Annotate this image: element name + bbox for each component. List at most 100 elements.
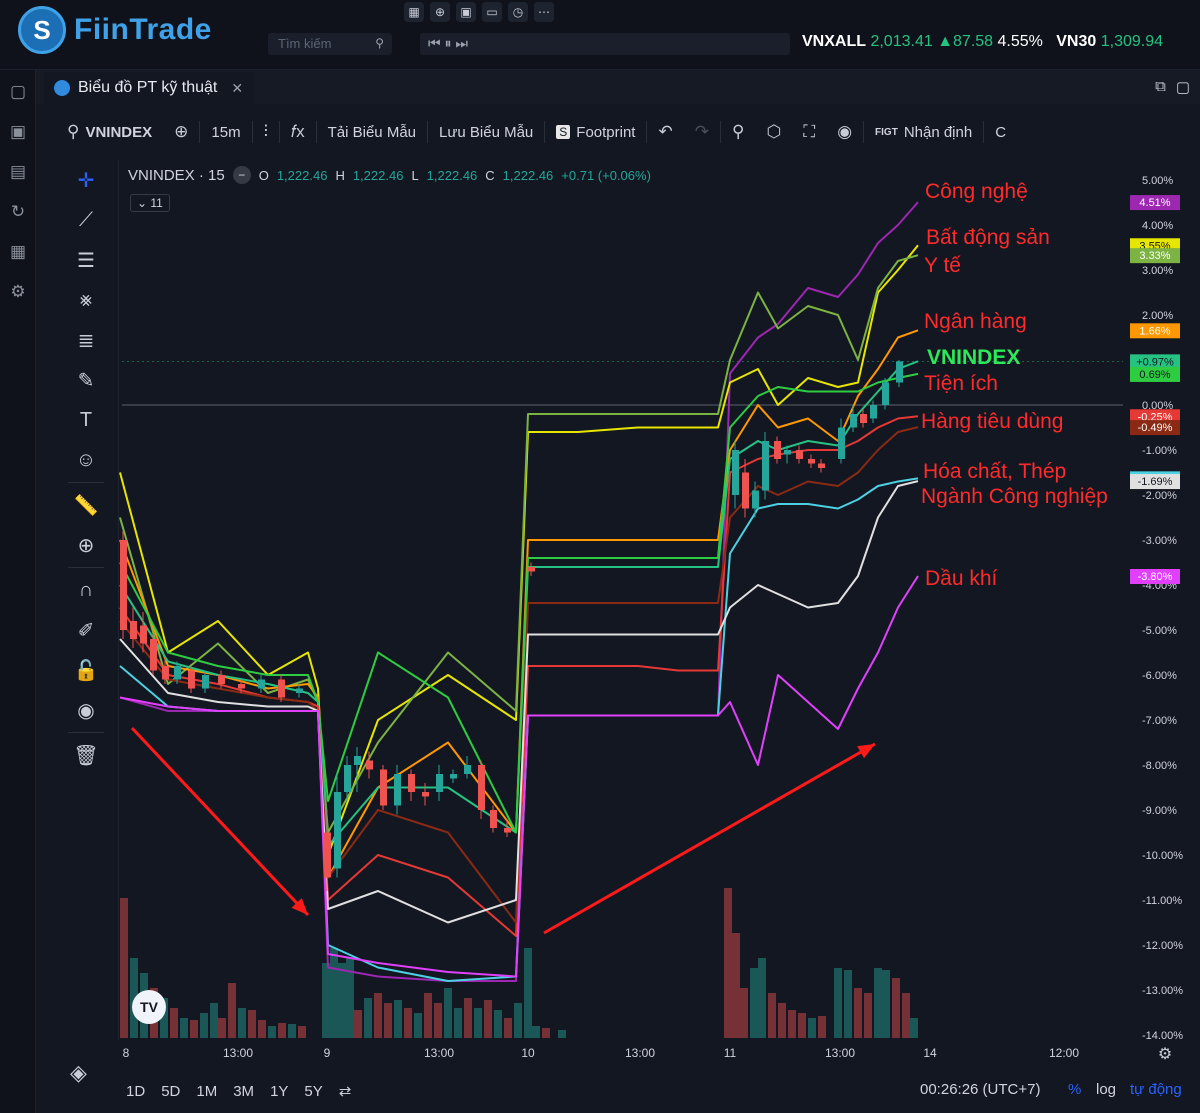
candle-body [366, 760, 373, 770]
volume-bar [818, 1016, 826, 1038]
fibonacci-icon[interactable]: ≣ [58, 320, 114, 360]
volume-bar [258, 1020, 266, 1038]
lines-icon[interactable]: ☰ [58, 240, 114, 280]
screenshot-button[interactable]: ◉ [826, 122, 863, 142]
app-sidebar: ▢ ▣ ▤ ↻ ▦ ⚙ [0, 70, 36, 1113]
range-1y[interactable]: 1Y [262, 1083, 296, 1100]
text-icon[interactable]: T [58, 400, 114, 440]
calendar-icon[interactable]: ▣ [456, 2, 476, 22]
search-input[interactable]: Tìm kiếm ⚲ [268, 33, 392, 55]
candle-body [296, 688, 303, 693]
crosshair-icon[interactable]: ✛ [58, 160, 114, 200]
minus-icon[interactable]: − [232, 166, 251, 184]
ticker-name[interactable]: VN30 [1056, 33, 1096, 50]
chart-canvas[interactable]: 5.00%4.00%3.00%2.00%1.00%0.00%-1.00%-2.0… [118, 160, 1200, 1072]
axis-settings-icon[interactable]: ⚙ [1158, 1046, 1172, 1063]
x-tick-label: 11 [724, 1046, 737, 1060]
zoom-in-icon[interactable]: ⊕ [58, 525, 114, 565]
grid-icon[interactable]: ▦ [404, 2, 424, 22]
zoom-icon[interactable]: ⊕ [430, 2, 450, 22]
fullscreen-button[interactable]: ⛶ [792, 122, 826, 142]
range-3m[interactable]: 3M [225, 1083, 262, 1100]
player-controls[interactable]: ⏮ ⏸ ⏭ [428, 35, 468, 51]
emoji-icon[interactable]: ☺ [58, 440, 114, 480]
settings-button[interactable]: ⬡ [755, 122, 792, 142]
volume-bar [514, 1003, 522, 1038]
brush-icon[interactable]: ✎ [58, 360, 114, 400]
auto-scale-toggle[interactable]: tự động [1130, 1081, 1182, 1098]
candle-body [860, 414, 867, 423]
assessment-button[interactable]: FIGT Nhận định [864, 124, 983, 141]
redo-button[interactable]: ↷ [684, 122, 720, 142]
tradingview-logo[interactable]: TV [132, 990, 166, 1024]
save-icon[interactable]: ▤ [0, 152, 36, 192]
y-tick-label: -14.00% [1142, 1030, 1183, 1042]
candle-body [278, 679, 285, 698]
tab-technical-chart[interactable]: Biểu đồ PT kỹ thuật ✕ [44, 72, 254, 104]
search-icon[interactable]: ⚲ [375, 36, 384, 50]
window-icon[interactable]: ▢ [0, 72, 36, 112]
ticker-strip: VNXALL 2,013.41 ▲87.58 4.55% VN30 1,309.… [802, 33, 1163, 51]
volume-bar [532, 1026, 540, 1038]
range-5y[interactable]: 5Y [296, 1083, 330, 1100]
goto-date-icon[interactable]: ⇄ [331, 1082, 360, 1100]
y-tick-label: -5.00% [1142, 625, 1177, 637]
annotation-bank: Ngân hàng [924, 310, 1027, 333]
logo[interactable]: S FiinTrade [18, 6, 212, 54]
value-tag-label: 1.66% [1139, 325, 1170, 337]
y-tick-label: -9.00% [1142, 805, 1177, 817]
trendline-icon[interactable]: ⟋ [58, 200, 114, 240]
more-toolbar-item[interactable]: C [984, 124, 1017, 141]
ticker-name[interactable]: VNXALL [802, 33, 866, 50]
ohlc-c-label: C [485, 167, 495, 183]
print-icon[interactable]: ▦ [0, 232, 36, 272]
range-1d[interactable]: 1D [118, 1083, 153, 1100]
x-tick-label: 12:00 [1049, 1046, 1079, 1060]
ruler-icon[interactable]: 📏 [58, 485, 114, 525]
load-template-button[interactable]: Tải Biểu Mẫu [317, 124, 427, 141]
chart-type-button[interactable]: ⫶ [253, 122, 279, 142]
refresh-icon[interactable]: ↻ [0, 192, 36, 232]
more-icon[interactable]: ⋯ [534, 2, 554, 22]
indicators-button[interactable]: 𝑓x [280, 122, 316, 142]
close-icon[interactable]: ✕ [231, 80, 243, 97]
save-template-button[interactable]: Lưu Biểu Mẫu [428, 124, 544, 141]
range-1m[interactable]: 1M [188, 1083, 225, 1100]
interval-button[interactable]: 15m [200, 124, 251, 141]
compare-button[interactable]: ⊕ [163, 122, 199, 142]
lock-icon[interactable]: 🔓 [58, 650, 114, 690]
clock[interactable]: 00:26:26 (UTC+7) [920, 1081, 1040, 1098]
range-5d[interactable]: 5D [153, 1083, 188, 1100]
chart-area[interactable]: 5.00%4.00%3.00%2.00%1.00%0.00%-1.00%-2.0… [118, 160, 1200, 1063]
candle-body [838, 427, 845, 459]
log-toggle[interactable]: log [1096, 1081, 1116, 1098]
trash-icon[interactable]: 🗑 [58, 735, 114, 775]
window-icon[interactable]: ▭ [482, 2, 502, 22]
symbol-search[interactable]: ⚲ VNINDEX [56, 122, 163, 142]
maximize-icon[interactable]: ▢ [1176, 78, 1190, 96]
ticker-change: ▲87.58 [937, 33, 994, 50]
pattern-icon[interactable]: ⨳ [58, 280, 114, 320]
lock-drawing-icon[interactable]: ✐ [58, 610, 114, 650]
layers-icon[interactable]: ◈ [70, 1060, 87, 1086]
volume-bar [788, 1010, 796, 1038]
ticker-player[interactable]: ⏮ ⏸ ⏭ [420, 33, 790, 55]
percent-toggle[interactable]: % [1068, 1081, 1081, 1098]
clock-icon[interactable]: ◷ [508, 2, 528, 22]
value-tag-label: -1.69% [1138, 476, 1173, 488]
quick-search-button[interactable]: ⚲ [721, 122, 755, 142]
settings-icon[interactable]: ⚙ [0, 272, 36, 312]
video-icon[interactable]: ▣ [0, 112, 36, 152]
eye-icon[interactable]: ◉ [58, 690, 114, 730]
undo-button[interactable]: ↶ [647, 122, 683, 142]
indicator-count-toggle[interactable]: ⌄ 11 [130, 194, 170, 212]
legend-title[interactable]: VNINDEX · 15 [128, 167, 225, 184]
popout-icon[interactable]: ⧉ [1155, 78, 1166, 96]
footprint-button[interactable]: S Footprint [545, 124, 646, 141]
volume-bar [864, 993, 872, 1038]
drawing-toolbar: ✛ ⟋ ☰ ⨳ ≣ ✎ T ☺ 📏 ⊕ ∩ ✐ 🔓 ◉ 🗑 [58, 160, 114, 1105]
candle-body [202, 675, 209, 689]
magnet-icon[interactable]: ∩ [58, 570, 114, 610]
volume-bar [278, 1023, 286, 1038]
candles [120, 360, 903, 891]
